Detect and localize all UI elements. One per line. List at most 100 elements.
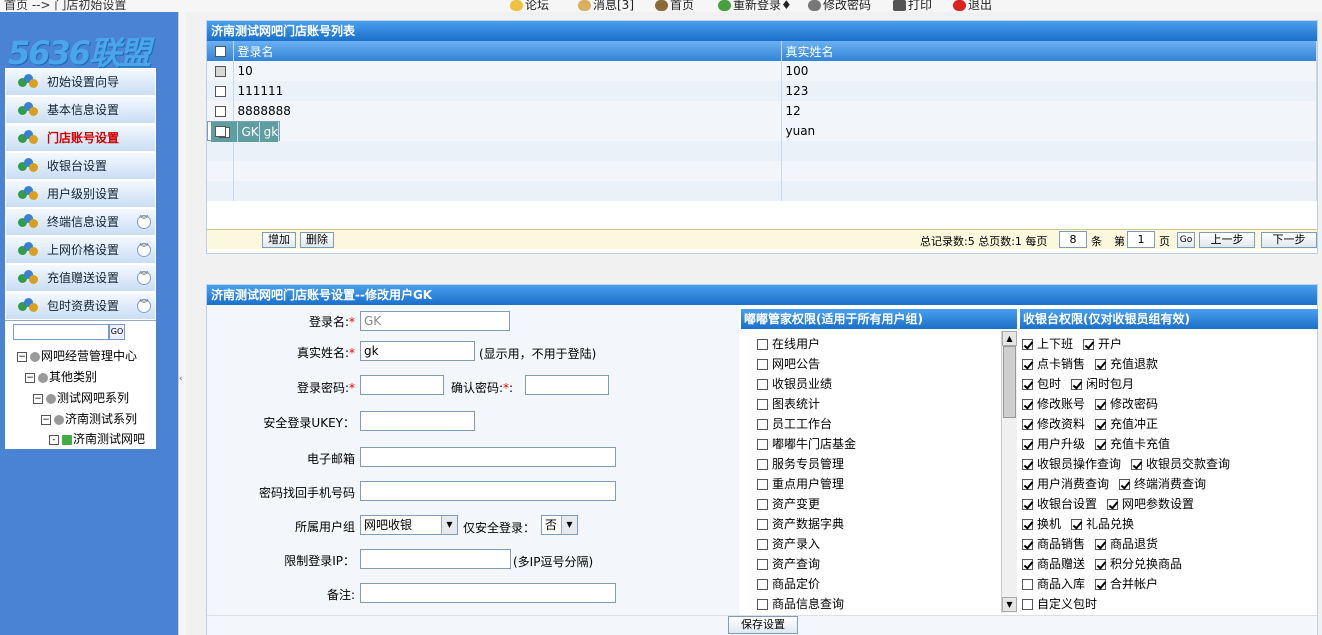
page-input[interactable]: 1	[1127, 231, 1155, 248]
cashier-permission-item[interactable]: 用户升级	[1022, 435, 1085, 452]
cashier-permission-item[interactable]: 用户消费查询	[1022, 475, 1109, 492]
cashier-permission-item[interactable]: 收银员操作查询	[1022, 455, 1121, 472]
cashier-permission-item[interactable]: 商品销售	[1022, 535, 1085, 552]
table-row[interactable]: 10 100	[207, 61, 1317, 81]
confirm-password-input[interactable]	[525, 375, 609, 395]
safe-only-select[interactable]: 否 ▼	[541, 515, 578, 535]
tree-node[interactable]: − 其他类别	[25, 368, 97, 385]
row-checkbox[interactable]	[215, 106, 226, 117]
cashier-permission-item[interactable]: 闲时包月	[1071, 375, 1134, 392]
top-menu-exit[interactable]: 退出	[953, 0, 992, 12]
next-button[interactable]: 下一步	[1261, 232, 1317, 248]
sidebar-item[interactable]: 终端信息设置 ︾	[5, 208, 156, 236]
permission-checkbox[interactable]	[1095, 359, 1106, 370]
table-row[interactable]: 111111 123	[207, 81, 1317, 101]
permission-checkbox[interactable]	[757, 379, 768, 390]
per-page-input[interactable]: 8	[1059, 231, 1087, 248]
phone-input[interactable]	[360, 481, 616, 501]
permission-checkbox[interactable]	[1022, 519, 1033, 530]
manager-permission-item[interactable]: 资产录入	[757, 535, 820, 552]
chevron-down-icon[interactable]: ︾	[137, 215, 151, 229]
manager-permission-item[interactable]: 网吧公告	[757, 355, 820, 372]
permission-checkbox[interactable]	[1022, 439, 1033, 450]
table-row[interactable]: GMyuan	[207, 121, 1317, 141]
cashier-permission-item[interactable]: 收银台设置	[1022, 495, 1097, 512]
sidebar-item[interactable]: 门店账号设置	[5, 124, 156, 152]
permission-checkbox[interactable]	[757, 359, 768, 370]
permission-checkbox[interactable]	[757, 399, 768, 410]
permission-checkbox[interactable]	[1095, 439, 1106, 450]
cashier-permission-item[interactable]: 积分兑换商品	[1095, 555, 1182, 572]
top-menu-message[interactable]: 消息[3]	[578, 0, 634, 12]
manager-permission-item[interactable]: 图表统计	[757, 395, 820, 412]
tree-node[interactable]: - 济南测试网吧	[49, 430, 145, 447]
permission-checkbox[interactable]	[1107, 499, 1118, 510]
prev-button[interactable]: 上一步	[1199, 232, 1255, 248]
permission-checkbox[interactable]	[1022, 599, 1033, 610]
permission-checkbox[interactable]	[757, 479, 768, 490]
permission-checkbox[interactable]	[1022, 539, 1033, 550]
permission-checkbox[interactable]	[757, 419, 768, 430]
select-all-checkbox[interactable]	[215, 46, 226, 57]
remark-input[interactable]	[360, 583, 616, 603]
sidebar-item[interactable]: 充值赠送设置 ︾	[5, 264, 156, 292]
manager-permission-item[interactable]: 嘟嘟牛门店基金	[757, 435, 856, 452]
delete-button[interactable]: 删除	[300, 232, 334, 248]
permission-checkbox[interactable]	[757, 579, 768, 590]
cashier-permission-item[interactable]: 终端消费查询	[1119, 475, 1206, 492]
realname-input[interactable]: gk	[360, 341, 475, 361]
chevron-down-icon[interactable]: ︾	[137, 271, 151, 285]
permission-checkbox[interactable]	[1095, 399, 1106, 410]
sidebar-item[interactable]: 基本信息设置	[5, 96, 156, 124]
tree-node[interactable]: − 济南测试系列	[41, 410, 137, 427]
permission-checkbox[interactable]	[757, 339, 768, 350]
permission-checkbox[interactable]	[1022, 399, 1033, 410]
manager-permission-item[interactable]: 资产变更	[757, 495, 820, 512]
go-button[interactable]: Go	[1177, 232, 1195, 248]
tree-search-go-button[interactable]: GO	[109, 324, 125, 340]
cashier-permission-item[interactable]: 商品赠送	[1022, 555, 1085, 572]
cashier-permission-item[interactable]: 点卡销售	[1022, 355, 1085, 372]
login-input[interactable]: GK	[360, 311, 510, 331]
permission-checkbox[interactable]	[1095, 559, 1106, 570]
cashier-permission-item[interactable]: 包时	[1022, 375, 1061, 392]
permission-checkbox[interactable]	[757, 499, 768, 510]
email-input[interactable]	[360, 447, 616, 467]
manager-permission-item[interactable]: 收银员业绩	[757, 375, 832, 392]
save-button[interactable]: 保存设置	[728, 616, 798, 634]
cashier-permission-item[interactable]: 商品入库	[1022, 575, 1085, 592]
cashier-permission-item[interactable]: 修改资料	[1022, 415, 1085, 432]
chevron-down-icon[interactable]: ︾	[137, 243, 151, 257]
manager-permission-item[interactable]: 重点用户管理	[757, 475, 844, 492]
permission-checkbox[interactable]	[757, 459, 768, 470]
scroll-up-icon[interactable]: ▲	[1002, 331, 1017, 346]
manager-permission-item[interactable]: 服务专员管理	[757, 455, 844, 472]
tree-node[interactable]: − 网吧经营管理中心	[17, 347, 137, 364]
manager-permission-item[interactable]: 商品信息查询	[757, 595, 844, 612]
sidebar-item[interactable]: 上网价格设置 ︾	[5, 236, 156, 264]
permission-checkbox[interactable]	[1022, 479, 1033, 490]
ip-input[interactable]	[360, 549, 511, 569]
permission-checkbox[interactable]	[1022, 459, 1033, 470]
permission-checkbox[interactable]	[757, 539, 768, 550]
permission-checkbox[interactable]	[1095, 539, 1106, 550]
cashier-permission-item[interactable]: 自定义包时	[1022, 595, 1097, 612]
cashier-permission-item[interactable]: 商品退货	[1095, 535, 1158, 552]
top-menu-change-password[interactable]: 修改密码	[808, 0, 871, 12]
tree-search-input[interactable]	[13, 324, 109, 340]
password-input[interactable]	[360, 375, 444, 395]
permission-checkbox[interactable]	[757, 599, 768, 610]
permission-checkbox[interactable]	[1022, 499, 1033, 510]
manager-permission-item[interactable]: 资产数据字典	[757, 515, 844, 532]
permission-checkbox[interactable]	[1022, 419, 1033, 430]
sidebar-item[interactable]: 用户级别设置	[5, 180, 156, 208]
scroll-down-icon[interactable]: ▼	[1002, 597, 1017, 612]
cashier-permission-item[interactable]: 充值卡充值	[1095, 435, 1170, 452]
top-menu-print[interactable]: 打印	[893, 0, 932, 12]
top-menu-forum[interactable]: 论坛	[510, 0, 549, 12]
row-checkbox[interactable]	[215, 126, 226, 137]
permission-checkbox[interactable]	[1083, 339, 1094, 350]
permission-checkbox[interactable]	[1022, 339, 1033, 350]
row-checkbox[interactable]	[215, 66, 226, 77]
permission-checkbox[interactable]	[757, 519, 768, 530]
